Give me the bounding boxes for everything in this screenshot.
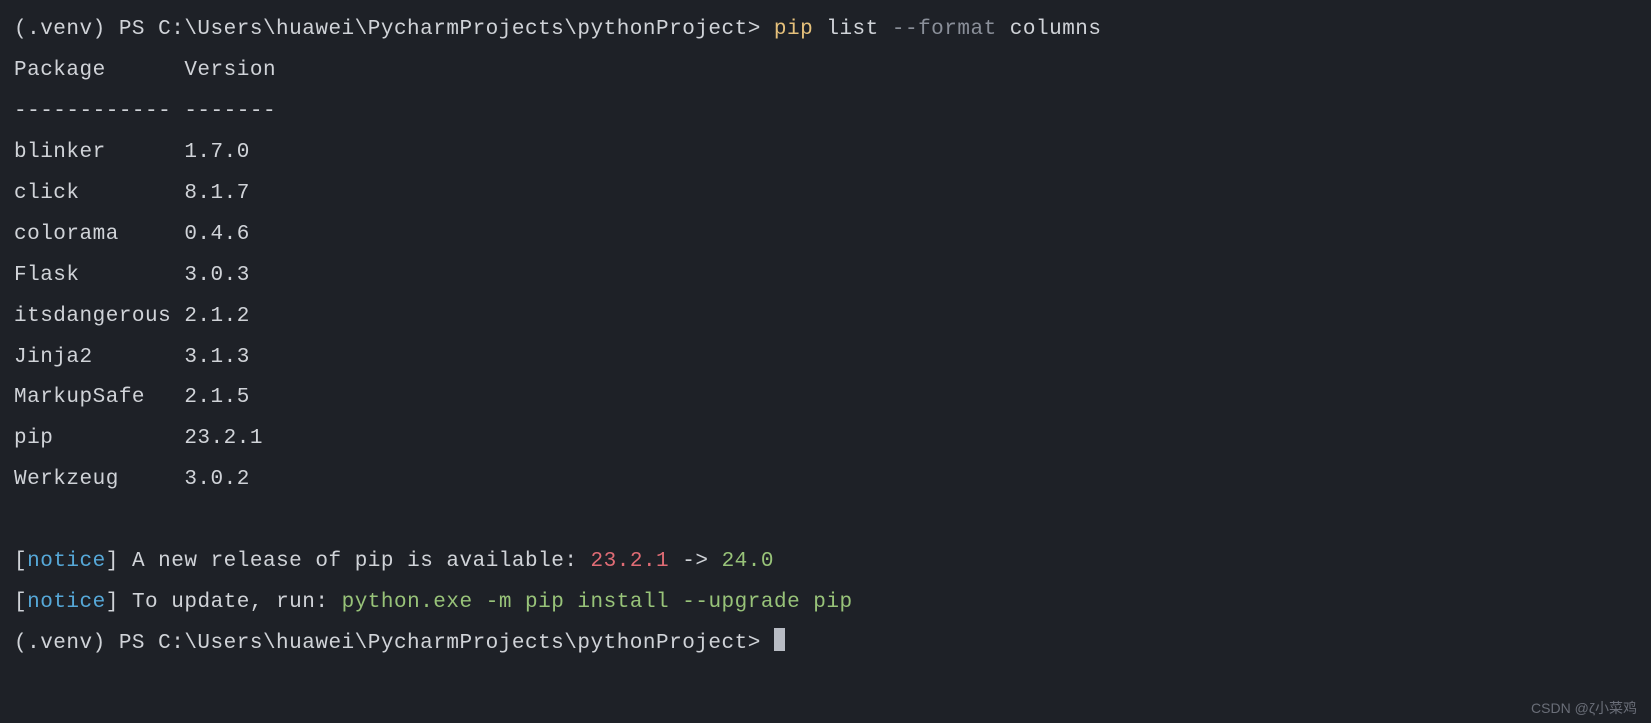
terminal-output[interactable]: (.venv) PS C:\Users\huawei\PycharmProjec…: [14, 10, 1637, 665]
notice-label: notice: [27, 591, 106, 614]
table-divider: ------------ -------: [14, 100, 276, 123]
notice-message: To update, run:: [132, 591, 342, 614]
notice-label: notice: [27, 550, 106, 573]
notice-bracket-open: [: [14, 550, 27, 573]
cmd-arg: columns: [997, 18, 1102, 41]
cursor[interactable]: [774, 628, 785, 651]
package-list: blinker 1.7.0 click 8.1.7 colorama 0.4.6…: [14, 141, 263, 492]
notice-message: A new release of pip is available:: [132, 550, 591, 573]
prompt-prefix: (.venv) PS C:\Users\huawei\PycharmProjec…: [14, 18, 774, 41]
cmd-pip: pip: [774, 18, 813, 41]
arrow: ->: [669, 550, 721, 573]
table-header: Package Version: [14, 59, 276, 82]
pip-old-version: 23.2.1: [591, 550, 670, 573]
watermark: CSDN @ζ小菜鸡: [1531, 701, 1637, 715]
notice-bracket-open: [: [14, 591, 27, 614]
pip-new-version: 24.0: [722, 550, 774, 573]
cmd-flag: --format: [892, 18, 997, 41]
prompt-prefix: (.venv) PS C:\Users\huawei\PycharmProjec…: [14, 632, 774, 655]
cmd-list: list: [813, 18, 892, 41]
notice-bracket-close: ]: [106, 591, 132, 614]
notice-bracket-close: ]: [106, 550, 132, 573]
upgrade-command: python.exe -m pip install --upgrade pip: [342, 591, 853, 614]
